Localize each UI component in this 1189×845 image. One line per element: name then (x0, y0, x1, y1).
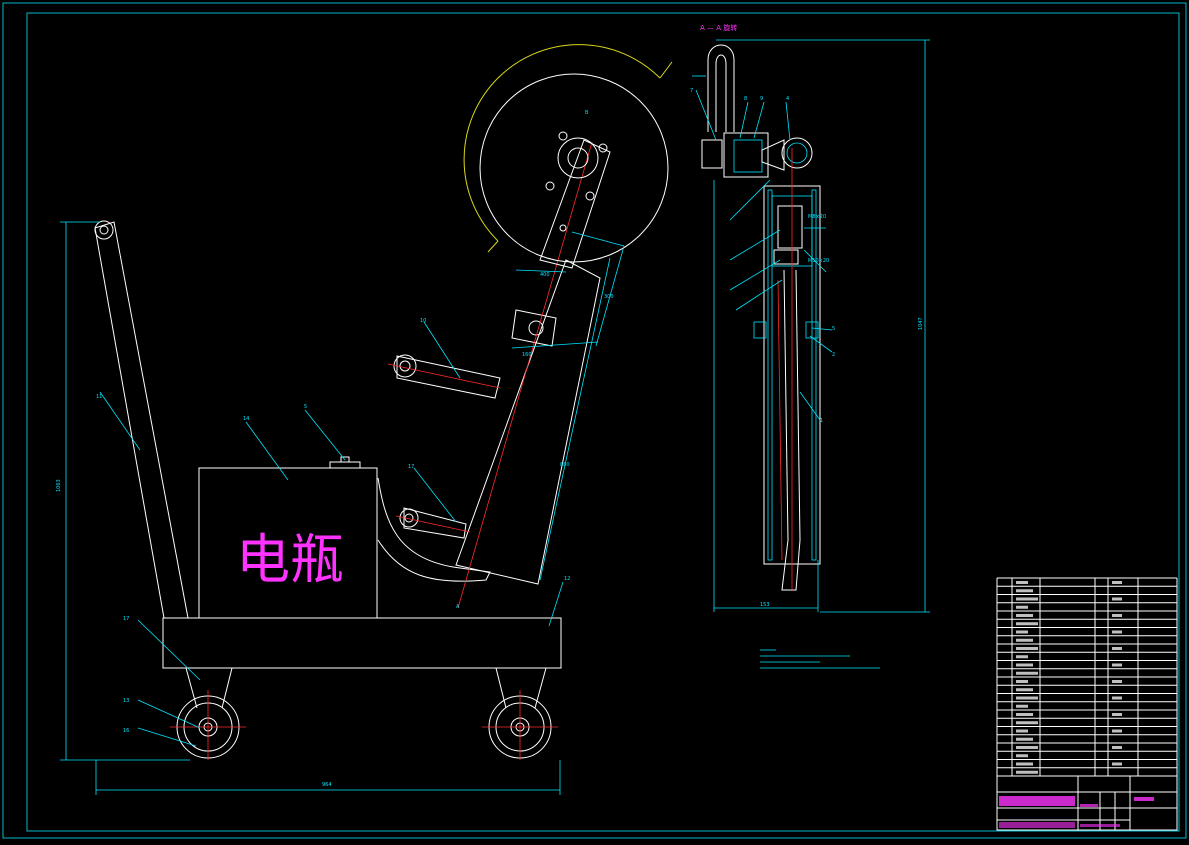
svg-text:2: 2 (832, 352, 835, 358)
battery-box: 电瓶 14 5 (198, 404, 378, 619)
svg-text:400: 400 (540, 272, 550, 278)
svg-text:12: 12 (564, 576, 570, 582)
title-block (996, 775, 1178, 831)
section-title: A — A 旋转 (700, 23, 737, 32)
svg-text:16: 16 (123, 728, 129, 734)
overall-dimensions: 1063 964 (56, 221, 561, 795)
svg-text:14: 14 (243, 416, 249, 422)
svg-text:1063: 1063 (56, 479, 62, 492)
svg-text:5: 5 (832, 326, 835, 332)
upper-arm: 10 (387, 318, 501, 399)
technical-notes (760, 649, 880, 669)
svg-text:11: 11 (96, 394, 102, 400)
svg-text:964: 964 (322, 782, 332, 788)
svg-text:5: 5 (304, 404, 307, 410)
saw-blade (463, 44, 673, 263)
inner-border (26, 12, 1180, 832)
svg-text:B: B (585, 110, 589, 116)
svg-text:17: 17 (408, 464, 414, 470)
svg-text:153: 153 (760, 602, 770, 608)
battery-label: 电瓶 (236, 528, 344, 591)
svg-text:1: 1 (820, 418, 823, 424)
svg-text:M8×20: M8×20 (808, 214, 826, 220)
svg-text:9: 9 (760, 96, 763, 102)
parts-list (996, 577, 1178, 777)
cart-side-view: 11 电瓶 14 5 17 13 16 12 A 10 17 B 400 300… (56, 44, 673, 795)
section-leaders: 7 8 9 4 5 2 1 M8×20 M10×20 (690, 75, 835, 424)
blade-arm: B (539, 110, 611, 269)
svg-text:7: 7 (690, 88, 693, 94)
svg-text:A: A (456, 604, 460, 610)
svg-text:1047: 1047 (918, 317, 924, 330)
svg-text:160: 160 (522, 352, 532, 358)
cart-platform: 17 13 16 12 (123, 576, 570, 760)
svg-text:4: 4 (786, 96, 789, 102)
svg-text:17: 17 (123, 616, 129, 622)
svg-text:M10×20: M10×20 (808, 258, 829, 264)
lower-arm: 17 (395, 464, 471, 539)
column: A (455, 141, 601, 610)
svg-text:880: 880 (560, 462, 570, 468)
handle: 11 (94, 220, 189, 619)
svg-text:10: 10 (420, 318, 426, 324)
section-dimensions: 1047 153 (713, 39, 930, 613)
svg-text:300: 300 (604, 294, 614, 300)
section-view: A — A 旋转 7 8 9 4 5 2 1 M8×20 M10×20 1047… (690, 23, 930, 613)
column-dimensions: 400 300 160 880 (511, 231, 625, 581)
svg-text:13: 13 (123, 698, 129, 704)
svg-text:8: 8 (744, 96, 747, 102)
cad-drawing-sheet: 11 电瓶 14 5 17 13 16 12 A 10 17 B 400 300… (0, 0, 1189, 841)
